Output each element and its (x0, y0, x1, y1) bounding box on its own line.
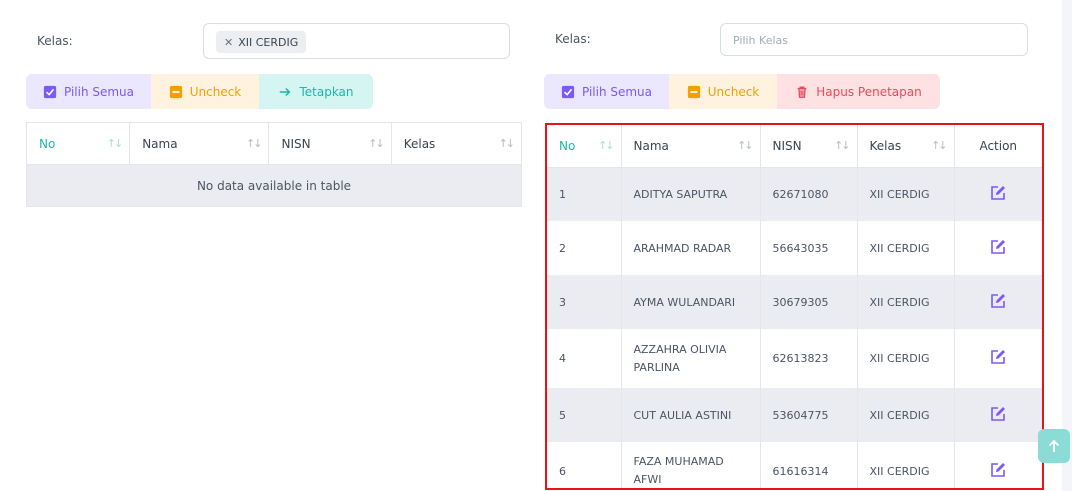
right-student-table: No ↑↓ Nama ↑↓ NISN ↑↓ Kelas ↑↓ Action 1 ADIT… (547, 125, 1042, 488)
column-header-nisn[interactable]: NISN ↑↓ (268, 122, 392, 165)
right-kelas-select[interactable]: Pilih Kelas (720, 23, 1028, 56)
cell-no: 4 (547, 329, 622, 388)
cell-action (954, 329, 1042, 388)
sort-icon: ↑↓ (737, 139, 754, 152)
sort-icon: ↑↓ (834, 139, 851, 152)
left-kelas-select[interactable]: ✕ XII CERDIG (203, 23, 510, 59)
left-student-table: No ↑↓ Nama ↑↓ NISN ↑↓ Kelas ↑↓ No data avail… (26, 122, 522, 207)
edit-icon[interactable] (989, 461, 1007, 479)
edit-icon[interactable] (989, 238, 1007, 256)
right-pilih-semua-button[interactable]: Pilih Semua (544, 74, 669, 109)
cell-nisn: 62613823 (760, 329, 858, 388)
right-uncheck-button[interactable]: Uncheck (669, 74, 777, 109)
column-header-nisn[interactable]: NISN ↑↓ (760, 125, 858, 168)
table-row: 4 AZZAHRA OLIVIA PARLINA 62613823 XII CE… (547, 329, 1042, 388)
column-header-kelas[interactable]: Kelas ↑↓ (391, 122, 522, 165)
left-pilih-semua-button[interactable]: Pilih Semua (26, 74, 151, 109)
table-row: 3 AYMA WULANDARI 30679305 XII CERDIG (547, 275, 1042, 329)
sort-icon: ↑↓ (368, 137, 385, 150)
tetapkan-label: Tetapkan (299, 84, 354, 99)
main-card: Kelas: ✕ XII CERDIG Pilih Semua Uncheck … (0, 0, 1062, 491)
cell-action (954, 167, 1042, 221)
left-kelas-label: Kelas: (37, 34, 73, 48)
cell-nisn: 62671080 (760, 167, 858, 221)
column-header-nama[interactable]: Nama ↑↓ (621, 125, 761, 168)
cell-nisn: 53604775 (760, 388, 858, 442)
sort-icon: ↑↓ (246, 137, 263, 150)
cell-no: 6 (547, 442, 622, 488)
highlighted-student-table: No ↑↓ Nama ↑↓ NISN ↑↓ Kelas ↑↓ Action 1 ADIT… (545, 123, 1044, 490)
checkbox-checked-icon (43, 85, 57, 98)
column-header-kelas[interactable]: Kelas ↑↓ (857, 125, 955, 168)
table-row: 1 ADITYA SAPUTRA 62671080 XII CERDIG (547, 167, 1042, 221)
sort-icon: ↑↓ (931, 139, 948, 152)
selected-class-chip: ✕ XII CERDIG (216, 31, 307, 53)
chip-label: XII CERDIG (238, 35, 299, 49)
cell-no: 1 (547, 167, 622, 221)
cell-nisn: 30679305 (760, 275, 858, 329)
pilih-semua-label: Pilih Semua (63, 84, 135, 99)
pilih-semua-label: Pilih Semua (581, 84, 653, 99)
cell-nama: ADITYA SAPUTRA (621, 167, 761, 221)
close-icon[interactable]: ✕ (224, 36, 233, 49)
cell-kelas: XII CERDIG (857, 329, 955, 388)
table-row: 5 CUT AULIA ASTINI 53604775 XII CERDIG (547, 388, 1042, 442)
edit-icon[interactable] (989, 184, 1007, 202)
page-scrollbar-track (1062, 0, 1072, 491)
table-row: 2 ARAHMAD RADAR 56643035 XII CERDIG (547, 221, 1042, 275)
cell-kelas: XII CERDIG (857, 442, 955, 488)
cell-no: 5 (547, 388, 622, 442)
cell-kelas: XII CERDIG (857, 221, 955, 275)
tetapkan-button[interactable]: Tetapkan (259, 74, 373, 109)
trash-icon (797, 86, 807, 98)
table-row: 6 FAZA MUHAMAD AFWI 61616314 XII CERDIG (547, 442, 1042, 488)
hapus-penetapan-button[interactable]: Hapus Penetapan (777, 74, 940, 109)
checkbox-checked-icon (561, 85, 575, 98)
edit-icon[interactable] (989, 292, 1007, 310)
scroll-to-top-button[interactable] (1038, 429, 1070, 463)
column-header-nama[interactable]: Nama ↑↓ (129, 122, 270, 165)
cell-action (954, 275, 1042, 329)
cell-nisn: 61616314 (760, 442, 858, 488)
column-header-no[interactable]: No ↑↓ (26, 122, 131, 165)
kelas-placeholder: Pilih Kelas (733, 34, 788, 47)
cell-nama: CUT AULIA ASTINI (621, 388, 761, 442)
uncheck-label: Uncheck (189, 84, 242, 99)
cell-kelas: XII CERDIG (857, 388, 955, 442)
cell-action (954, 388, 1042, 442)
cell-nama: ARAHMAD RADAR (621, 221, 761, 275)
minus-square-icon (169, 85, 182, 98)
cell-kelas: XII CERDIG (857, 275, 955, 329)
cell-nama: AZZAHRA OLIVIA PARLINA (621, 329, 761, 388)
cell-action (954, 442, 1042, 488)
cell-nisn: 56643035 (760, 221, 858, 275)
cell-action (954, 221, 1042, 275)
edit-icon[interactable] (989, 405, 1007, 423)
column-header-action: Action (954, 125, 1042, 168)
empty-table-message: No data available in table (26, 164, 522, 207)
sort-icon: ↑↓ (106, 137, 124, 150)
sort-icon: ↑↓ (498, 137, 516, 150)
cell-no: 3 (547, 275, 622, 329)
hapus-penetapan-label: Hapus Penetapan (816, 84, 922, 99)
edit-icon[interactable] (989, 348, 1007, 366)
minus-square-icon (687, 85, 700, 98)
column-header-no[interactable]: No ↑↓ (547, 125, 622, 168)
sort-icon: ↑↓ (598, 139, 615, 152)
right-kelas-label: Kelas: (555, 32, 591, 46)
cell-nama: FAZA MUHAMAD AFWI (621, 442, 761, 488)
cell-kelas: XII CERDIG (857, 167, 955, 221)
left-uncheck-button[interactable]: Uncheck (151, 74, 259, 109)
cell-nama: AYMA WULANDARI (621, 275, 761, 329)
uncheck-label: Uncheck (707, 84, 760, 99)
arrow-right-icon (280, 87, 291, 96)
cell-no: 2 (547, 221, 622, 275)
arrow-up-icon (1048, 439, 1060, 452)
